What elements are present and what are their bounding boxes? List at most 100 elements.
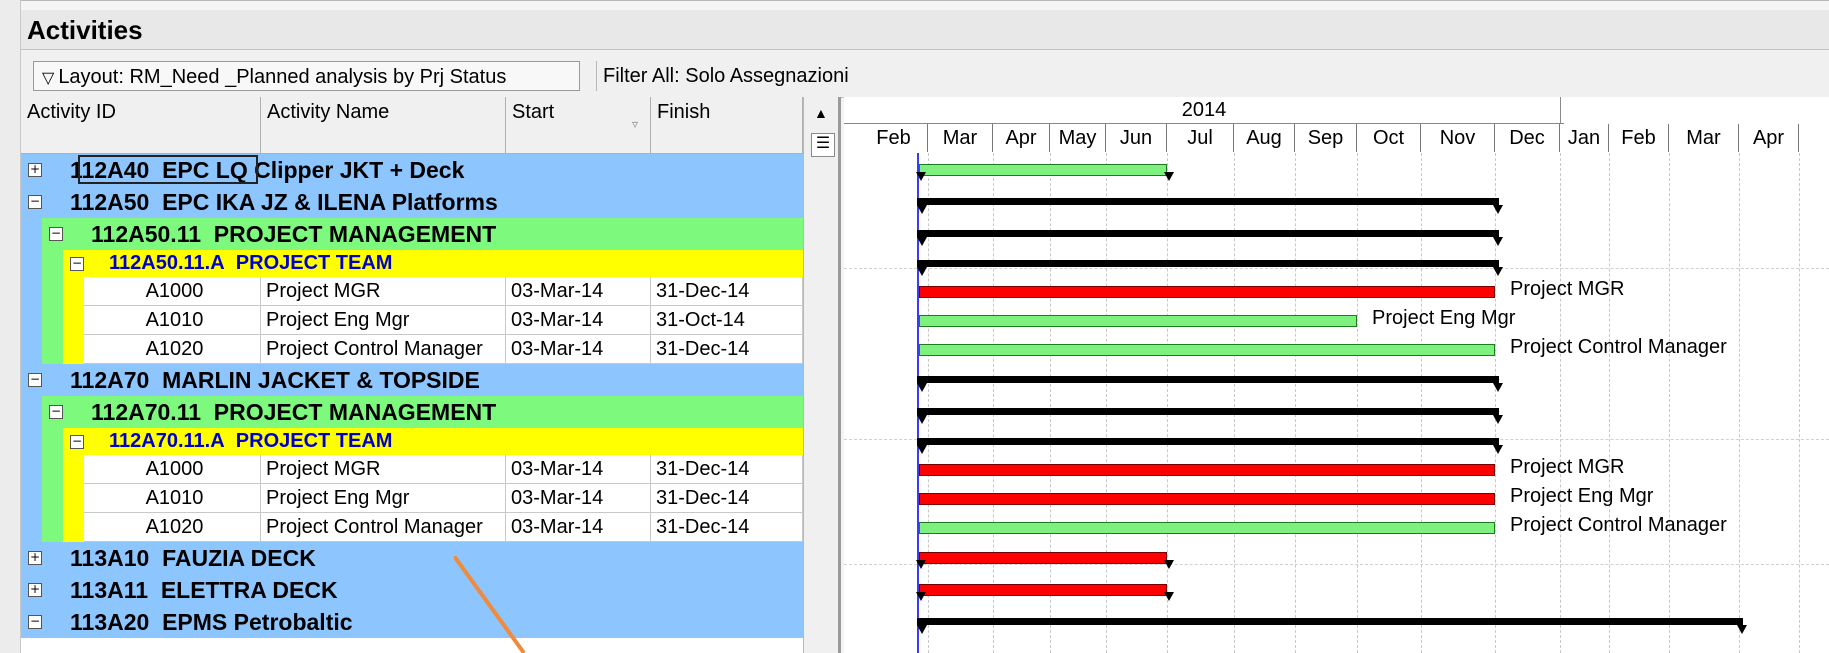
timescale-month[interactable]: Aug (1234, 124, 1295, 152)
filter-label[interactable]: Filter All: Solo Assegnazioni (596, 61, 849, 91)
cell-activity-id[interactable]: A1020 (84, 513, 261, 542)
expand-icon[interactable]: + (28, 551, 42, 565)
bar-end-marker (1164, 172, 1174, 181)
cell-activity-name[interactable]: Project Control Manager (261, 335, 506, 364)
cell-activity-id[interactable]: A1000 (84, 455, 261, 484)
cell-start[interactable]: 03-Mar-14 (506, 306, 651, 335)
timescale-month[interactable]: Nov (1421, 124, 1495, 152)
cell-start[interactable]: 03-Mar-14 (506, 455, 651, 484)
column-menu-icon[interactable]: ☰ (811, 133, 835, 157)
timescale-month[interactable]: Jul (1167, 124, 1234, 152)
timescale-month[interactable]: Sep (1295, 124, 1357, 152)
activity-bar-green[interactable] (919, 343, 1495, 356)
summary-bar[interactable] (917, 376, 1499, 383)
collapse-icon[interactable]: − (70, 434, 84, 449)
cell-finish[interactable]: 31-Oct-14 (651, 306, 803, 335)
cell-finish[interactable]: 31-Dec-14 (651, 277, 803, 306)
cell-activity-id[interactable]: A1010 (84, 306, 261, 335)
timescale-month[interactable]: Apr (993, 124, 1050, 152)
activity-bar-green[interactable] (919, 314, 1357, 327)
layout-label: Layout: RM_Need _Planned analysis by Prj… (58, 66, 507, 88)
wbs-row[interactable]: − 112A70.11 PROJECT MANAGEMENT (21, 396, 803, 428)
activity-bar-green[interactable] (919, 521, 1495, 534)
activity-table: +112A40 EPC LQ Clipper JKT + Deck −112A50… (21, 154, 803, 653)
timescale-month[interactable]: Dec (1495, 124, 1560, 152)
timescale-month[interactable]: Mar (1669, 124, 1739, 152)
cell-activity-name[interactable]: Project Control Manager (261, 513, 506, 542)
wbs-row[interactable]: − 112A70 MARLIN JACKET & TOPSIDE (21, 364, 803, 396)
scroll-up-arrow-icon[interactable]: ▲ (814, 105, 828, 121)
wbs-row[interactable]: − 112A50 EPC IKA JZ & ILENA Platforms (21, 186, 803, 218)
wbs-row[interactable]: − 112A50.11.A PROJECT TEAM (21, 250, 803, 277)
cell-activity-name[interactable]: Project MGR (261, 277, 506, 306)
summary-bar[interactable] (917, 230, 1499, 237)
cell-activity-id[interactable]: A1000 (84, 277, 261, 306)
cell-activity-name[interactable]: Project Eng Mgr (261, 306, 506, 335)
wbs-name: PROJECT MANAGEMENT (213, 399, 497, 425)
activity-bar-red[interactable] (919, 552, 1167, 564)
summary-bar[interactable] (917, 408, 1499, 415)
cell-finish[interactable]: 31-Dec-14 (651, 455, 803, 484)
activity-row[interactable]: A1020 Project Control Manager 03-Mar-14 31-… (21, 335, 803, 364)
cell-start[interactable]: 03-Mar-14 (506, 335, 651, 364)
wbs-name: PROJECT MANAGEMENT (213, 221, 497, 247)
activity-bar-red[interactable] (919, 285, 1495, 298)
activity-row[interactable]: A1010 Project Eng Mgr 03-Mar-14 31-Dec-14 (21, 484, 803, 513)
collapse-icon[interactable]: − (28, 195, 42, 209)
cell-activity-name[interactable]: Project Eng Mgr (261, 484, 506, 513)
timescale-month[interactable]: Jun (1106, 124, 1167, 152)
wbs-row[interactable]: − 113A20 EPMS Petrobaltic (21, 606, 803, 638)
summary-bar[interactable] (917, 198, 1499, 205)
cell-finish[interactable]: 31-Dec-14 (651, 484, 803, 513)
timescale-month[interactable]: May (1050, 124, 1106, 152)
activity-bar-red[interactable] (919, 492, 1495, 505)
collapse-icon[interactable]: − (70, 256, 84, 271)
timescale-month[interactable]: Feb (1609, 124, 1669, 152)
cell-start[interactable]: 03-Mar-14 (506, 277, 651, 306)
wbs-row[interactable]: − 112A50.11 PROJECT MANAGEMENT (21, 218, 803, 250)
cell-finish[interactable]: 31-Dec-14 (651, 513, 803, 542)
activity-bar-green[interactable] (919, 164, 1167, 176)
wbs-row[interactable]: − 112A70.11.A PROJECT TEAM (21, 428, 803, 455)
cell-finish[interactable]: 31-Dec-14 (651, 335, 803, 364)
activity-row[interactable]: A1010 Project Eng Mgr 03-Mar-14 31-Oct-14 (21, 306, 803, 335)
activity-row[interactable]: A1000 Project MGR 03-Mar-14 31-Dec-14 (21, 277, 803, 306)
activity-bar-red[interactable] (919, 463, 1495, 476)
layout-dropdown-button[interactable]: ▽ Layout: RM_Need _Planned analysis by Pr… (33, 61, 580, 91)
summary-bar-end-marker (917, 237, 927, 246)
column-header-start[interactable]: Start ▿ (506, 97, 651, 154)
collapse-icon[interactable]: − (28, 615, 42, 629)
month-gridline (1050, 153, 1051, 653)
cell-activity-name[interactable]: Project MGR (261, 455, 506, 484)
activity-bar-red[interactable] (919, 584, 1167, 596)
cell-activity-id[interactable]: A1010 (84, 484, 261, 513)
wbs-name: EPMS Petrobaltic (162, 609, 353, 635)
timescale-month[interactable]: Apr (1739, 124, 1799, 152)
timescale-month[interactable]: Jan (1560, 124, 1609, 152)
wbs-id: 112A70.11.A (109, 430, 225, 452)
summary-bar[interactable] (917, 259, 1499, 267)
expand-icon[interactable]: + (28, 163, 42, 177)
timescale-month[interactable]: Mar (928, 124, 993, 152)
activity-row[interactable]: A1000 Project MGR 03-Mar-14 31-Dec-14 (21, 455, 803, 484)
summary-bar[interactable] (917, 618, 1743, 625)
wbs-row[interactable]: +113A11 ELETTRA DECK (21, 574, 803, 606)
cell-start[interactable]: 03-Mar-14 (506, 484, 651, 513)
cell-activity-id[interactable]: A1020 (84, 335, 261, 364)
timescale-month[interactable]: Feb (860, 124, 928, 152)
collapse-icon[interactable]: − (28, 373, 42, 387)
column-header-activity-id[interactable]: Activity ID (21, 97, 261, 154)
cell-start[interactable]: 03-Mar-14 (506, 513, 651, 542)
column-header-finish[interactable]: Finish (651, 97, 803, 154)
summary-bar[interactable] (917, 437, 1499, 445)
column-header-activity-name[interactable]: Activity Name (261, 97, 506, 154)
timescale-month[interactable]: Oct (1357, 124, 1421, 152)
collapse-icon[interactable]: − (49, 227, 63, 241)
vertical-scrollbar[interactable]: ▲ ☰ (803, 97, 841, 653)
activity-row[interactable]: A1020 Project Control Manager 03-Mar-14 31-… (21, 513, 803, 542)
bar-end-marker (916, 592, 926, 601)
expand-icon[interactable]: + (28, 583, 42, 597)
collapse-icon[interactable]: − (49, 405, 63, 419)
wbs-name: ELETTRA DECK (160, 577, 338, 603)
wbs-row[interactable]: +113A10 FAUZIA DECK (21, 542, 803, 574)
